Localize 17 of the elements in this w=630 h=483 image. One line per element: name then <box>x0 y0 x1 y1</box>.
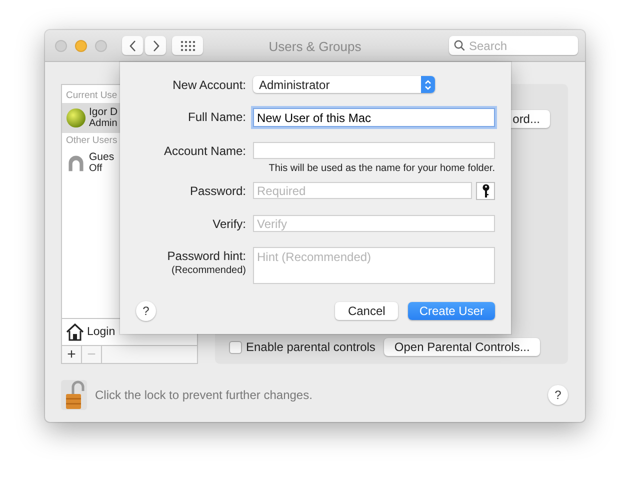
user-name: Igor D <box>89 106 118 118</box>
field-note: This will be used as the name for your home folder. <box>268 163 495 174</box>
section-header: Other Users <box>65 134 118 148</box>
field-label: Password hint: <box>167 249 246 263</box>
section-header: Current Use <box>65 89 118 103</box>
lock-message: Click the lock to prevent further changes. <box>95 388 312 402</box>
window-title: Users & Groups <box>268 39 362 54</box>
field-label: Full Name: <box>188 110 246 124</box>
field-sublabel: (Recommended) <box>172 265 246 276</box>
user-role: Off <box>89 163 104 175</box>
field-label: Verify: <box>212 217 246 231</box>
checkbox-label: Enable parental controls <box>246 340 376 354</box>
user-name: Gues <box>89 151 114 163</box>
field-label: Account Name: <box>164 144 246 158</box>
field-label: Password: <box>190 184 246 198</box>
user-role: Admin <box>89 118 118 130</box>
field-label: New Account: <box>172 78 246 92</box>
